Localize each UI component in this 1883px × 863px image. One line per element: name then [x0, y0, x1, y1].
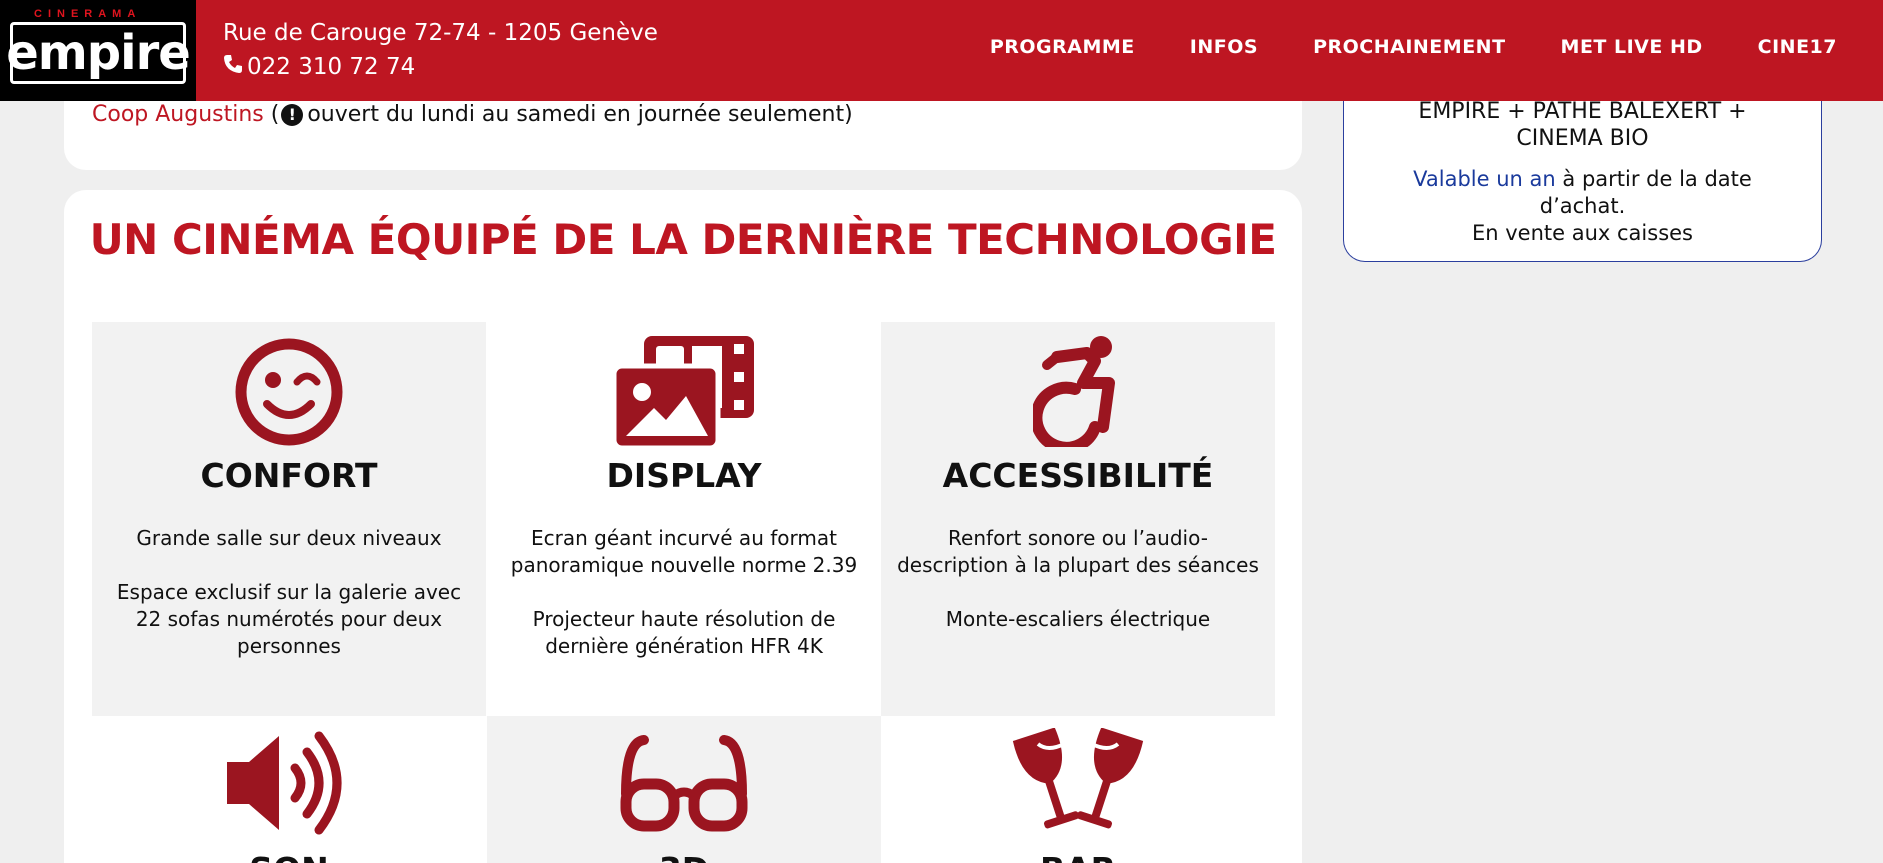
feature-title: DISPLAY	[606, 456, 762, 495]
nav-cine17[interactable]: CINE17	[1758, 36, 1837, 58]
empire-logo[interactable]: CINERAMA empire	[0, 0, 196, 101]
feature-title: CONFORT	[200, 456, 378, 495]
phone-icon	[223, 54, 243, 80]
feature-title: ACCESSIBILITÉ	[942, 456, 1214, 495]
ticket-title: EMPIRE + PATHE BALEXERT + CINEMA BIO	[1418, 99, 1747, 151]
parking-info: Coop Augustins ( ! ouvert du lundi au sa…	[92, 102, 853, 127]
feature-bar: BAR	[881, 716, 1275, 863]
feature-confort: CONFORT Grande salle sur deux niveaux Es…	[92, 322, 486, 716]
nav-met-live-hd[interactable]: MET LIVE HD	[1561, 36, 1703, 58]
wine-glasses-icon	[881, 728, 1275, 840]
site-header: CINERAMA empire Rue de Carouge 72-74 - 1…	[0, 0, 1883, 101]
phone: 022 310 72 74	[223, 54, 415, 80]
nav-prochainement[interactable]: PROCHAINEMENT	[1313, 36, 1505, 58]
feature-3d: 3D	[487, 716, 881, 863]
feature-accessibilite: ACCESSIBILITÉ Renfort sonore ou l’audio-…	[881, 322, 1275, 716]
validity-link[interactable]: Valable un an	[1413, 167, 1556, 191]
technology-title: UN CINÉMA ÉQUIPÉ DE LA DERNIÈRE TECHNOLO…	[89, 215, 1277, 264]
photo-film-icon	[487, 336, 881, 448]
glasses-icon	[487, 734, 881, 834]
feature-title: 3D	[487, 850, 881, 863]
main-nav: PROGRAMME INFOS PROCHAINEMENT MET LIVE H…	[990, 36, 1837, 58]
coop-augustins-link[interactable]: Coop Augustins	[92, 102, 264, 127]
feature-title: BAR	[881, 850, 1275, 863]
ticket-validity: Valable un an à partir de la date d’acha…	[1413, 167, 1752, 245]
parking-note: ouvert du lundi au samedi en journée seu…	[307, 102, 853, 127]
sale-info: En vente aux caisses	[1471, 221, 1693, 245]
exclamation-icon: !	[281, 103, 304, 126]
address: Rue de Carouge 72-74 - 1205 Genève	[223, 20, 658, 46]
wheelchair-icon	[881, 335, 1275, 447]
volume-high-icon	[92, 730, 486, 836]
wink-face-icon	[92, 338, 486, 446]
phone-number[interactable]: 022 310 72 74	[247, 54, 415, 80]
feature-title: SON	[92, 850, 486, 863]
nav-programme[interactable]: PROGRAMME	[990, 36, 1135, 58]
feature-display: DISPLAY Ecran géant incurvé au format pa…	[487, 322, 881, 716]
nav-infos[interactable]: INFOS	[1190, 36, 1258, 58]
feature-son: SON	[92, 716, 486, 863]
